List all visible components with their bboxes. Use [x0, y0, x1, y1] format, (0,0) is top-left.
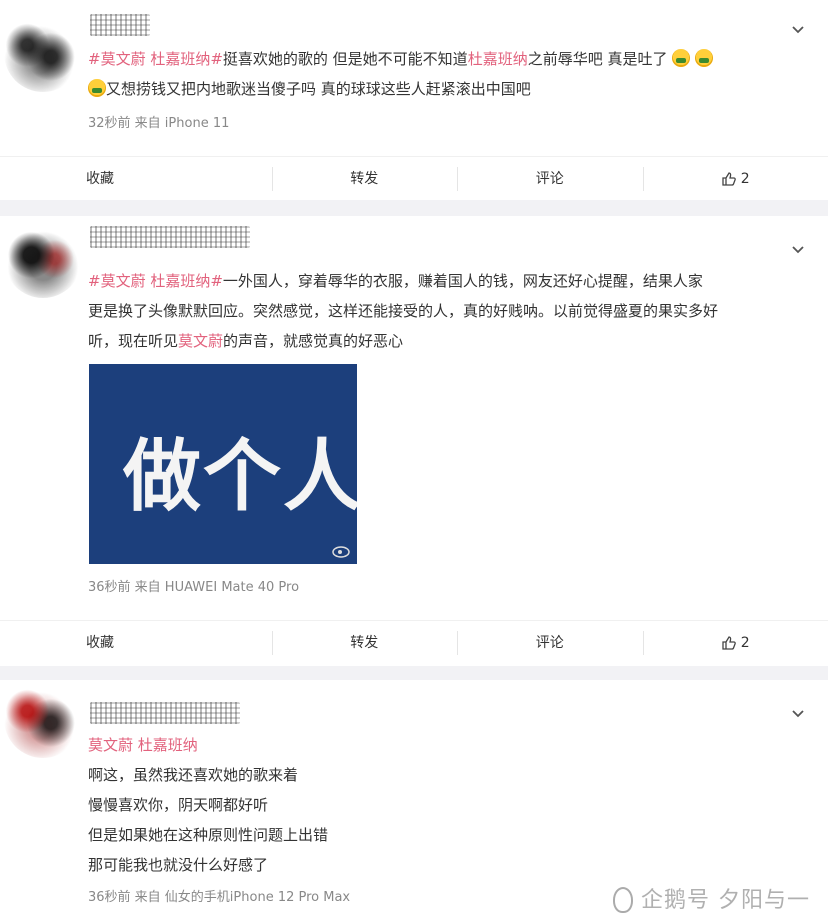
post-image[interactable]: 做个人: [89, 364, 357, 564]
like-count: 2: [740, 170, 750, 187]
vomit-emoji-icon: [695, 49, 714, 67]
topic-tag[interactable]: #莫文蔚 杜嘉班纳#: [88, 272, 223, 290]
post-text-segment: 之前辱华吧 真是吐了: [527, 50, 668, 68]
post-meta: 36秒前 来自 HUAWEI Mate 40 Pro: [88, 580, 300, 595]
post-text-line: 慢慢喜欢你，阴天啊都好听: [88, 796, 269, 814]
username-blurred[interactable]: [90, 14, 150, 36]
comment-button[interactable]: 评论: [457, 621, 643, 665]
penguin-icon: [609, 885, 635, 913]
topic-tag[interactable]: 莫文蔚: [178, 332, 223, 350]
watermark: 企鹅号 夕阳与一: [609, 882, 810, 914]
avatar[interactable]: [4, 680, 82, 758]
chevron-down-icon[interactable]: [790, 242, 806, 258]
username-blurred[interactable]: [90, 226, 250, 248]
username-blurred[interactable]: [90, 702, 240, 724]
post-text-segment: 挺喜欢她的歌的 但是她不可能不知道: [222, 50, 468, 68]
avatar[interactable]: [4, 14, 82, 92]
action-bar: 收藏 转发 评论 2: [0, 156, 828, 200]
post-text: 莫文蔚 杜嘉班纳 啊这，虽然我还喜欢她的歌来着 慢慢喜欢你，阴天啊都好听 但是如…: [88, 730, 808, 880]
post-card-1: #莫文蔚 杜嘉班纳#挺喜欢她的歌的 但是她不可能不知道杜嘉班纳之前辱华吧 真是吐…: [0, 0, 828, 200]
repost-button[interactable]: 转发: [271, 621, 458, 665]
chevron-down-icon[interactable]: [790, 22, 806, 38]
like-count: 2: [740, 634, 750, 651]
topic-tag[interactable]: 莫文蔚 杜嘉班纳: [88, 736, 198, 754]
post-text: #莫文蔚 杜嘉班纳#一外国人，穿着辱华的衣服，赚着国人的钱，网友还好心提醒，结果…: [88, 266, 808, 356]
vomit-emoji-icon: [88, 79, 106, 97]
favorite-button[interactable]: 收藏: [0, 157, 272, 201]
post-text-line: 那可能我也就没什么好感了: [88, 856, 269, 874]
post-text-segment: 的声音，就感觉真的好恶心: [223, 332, 404, 350]
watermark-text: 企鹅号 夕阳与一: [641, 888, 810, 913]
comment-button[interactable]: 评论: [457, 157, 643, 201]
post-meta: 36秒前 来自 仙女的手机iPhone 12 Pro Max: [88, 890, 351, 905]
repost-button[interactable]: 转发: [271, 157, 458, 201]
favorite-button[interactable]: 收藏: [0, 621, 272, 665]
image-caption-text: 做个人: [123, 432, 357, 522]
topic-tag[interactable]: #莫文蔚 杜嘉班纳#: [88, 50, 223, 68]
post-text: #莫文蔚 杜嘉班纳#挺喜欢她的歌的 但是她不可能不知道杜嘉班纳之前辱华吧 真是吐…: [88, 44, 808, 104]
post-text-line: 啊这，虽然我还喜欢她的歌来着: [88, 766, 299, 784]
post-text-line: 又想捞钱又把内地歌迷当傻子吗 真的球球这些人赶紧滚出中国吧: [106, 80, 531, 98]
action-bar: 收藏 转发 评论 2: [0, 620, 828, 664]
post-meta: 32秒前 来自 iPhone 11: [88, 116, 230, 131]
like-button[interactable]: 2: [642, 621, 828, 665]
post-text-line: 更是换了头像默默回应。突然感觉，这样还能接受的人，真的好贱呐。以前觉得盛夏的果实…: [88, 302, 719, 320]
topic-tag[interactable]: 杜嘉班纳: [468, 50, 528, 68]
avatar[interactable]: [4, 220, 82, 298]
post-text-line: 但是如果她在这种原则性问题上出错: [88, 826, 329, 844]
weibo-logo-icon: [331, 542, 353, 558]
vomit-emoji-icon: [672, 49, 691, 67]
thumbs-up-icon: [722, 635, 736, 650]
post-text-segment: 听，现在听见: [88, 332, 179, 350]
chevron-down-icon[interactable]: [790, 706, 806, 722]
thumbs-up-icon: [722, 171, 736, 186]
post-text-segment: 一外国人，穿着辱华的衣服，赚着国人的钱，网友还好心提醒，结果人家: [222, 272, 703, 290]
like-button[interactable]: 2: [642, 157, 828, 201]
